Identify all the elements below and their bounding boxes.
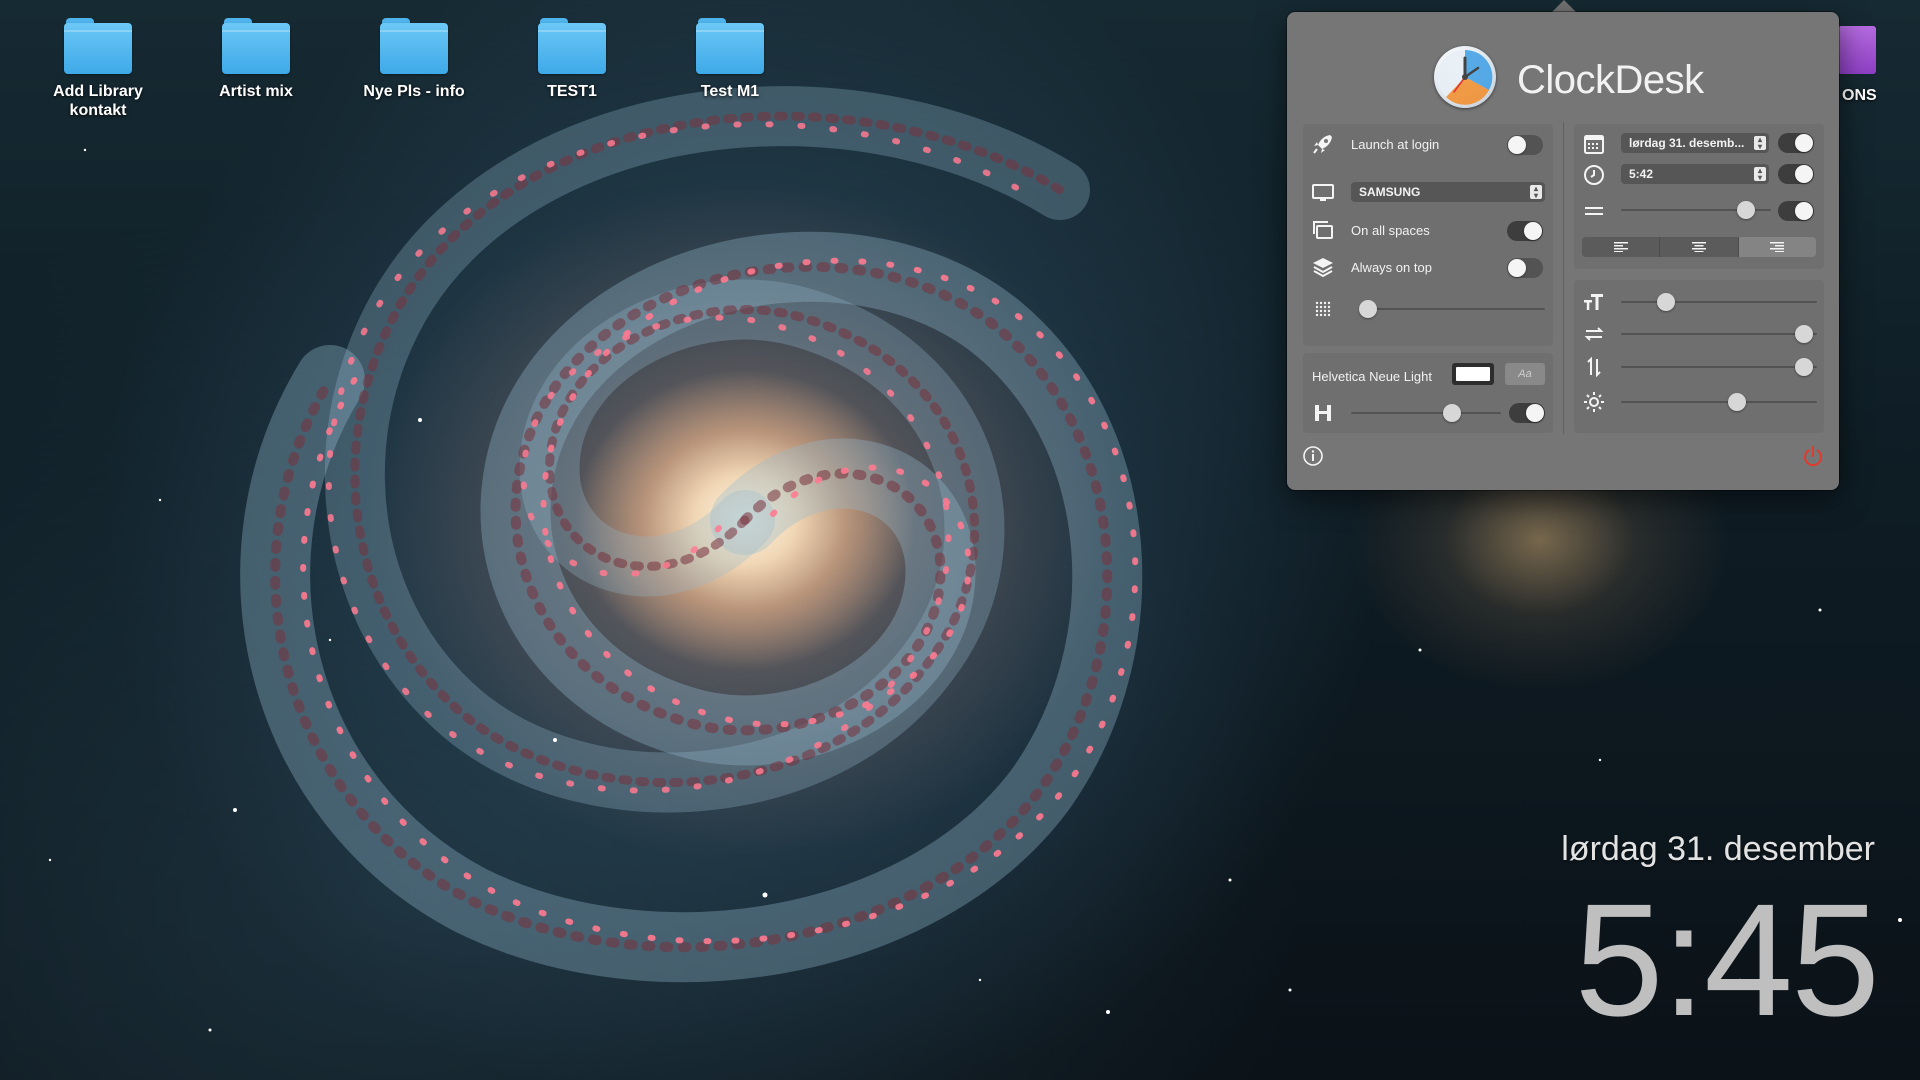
folder-icon: [222, 18, 290, 74]
horizontal-position-slider[interactable]: [1621, 325, 1817, 343]
align-right-icon: [1770, 242, 1785, 252]
clockdesk-logo-icon: [1434, 46, 1496, 108]
align-left-icon: [1613, 242, 1628, 252]
slider-thumb[interactable]: [1443, 404, 1462, 422]
horizontal-arrows-icon: [1582, 322, 1606, 346]
font-name-label: Helvetica Neue Light: [1312, 369, 1432, 384]
desktop-clock-date: lørdag 31. desember: [1561, 830, 1875, 868]
size-toggle[interactable]: [1509, 403, 1545, 423]
slider-thumb[interactable]: [1795, 358, 1814, 376]
slider-thumb[interactable]: [1727, 393, 1746, 411]
app-icon-partial[interactable]: [1838, 26, 1876, 74]
size-slider[interactable]: [1351, 404, 1501, 422]
slider-thumb[interactable]: [1795, 325, 1814, 343]
info-icon[interactable]: [1301, 444, 1325, 468]
always-on-top-label: Always on top: [1351, 260, 1432, 275]
text-size-icon: [1582, 290, 1606, 314]
popover-arrow: [1552, 0, 1576, 12]
layers-icon: [1311, 255, 1335, 279]
spacing-toggle[interactable]: [1778, 201, 1814, 221]
column-divider: [1563, 122, 1564, 434]
spacing-slider[interactable]: [1621, 201, 1771, 219]
rocket-icon: [1311, 132, 1335, 156]
desktop-folder-artist-mix[interactable]: Artist mix: [181, 18, 331, 101]
align-left-button[interactable]: [1582, 237, 1661, 257]
chevron-updown-icon: ▴ ▾: [1754, 167, 1766, 182]
line-spacing-icon: [1582, 199, 1606, 223]
folder-icon: [64, 18, 132, 74]
chevron-updown-icon: ▴ ▾: [1754, 136, 1766, 151]
align-center-icon: [1691, 242, 1706, 252]
opacity-slider[interactable]: [1359, 300, 1545, 318]
app-icon-partial-label: ONS: [1842, 87, 1877, 104]
slider-thumb[interactable]: [1656, 293, 1675, 311]
desktop-folder-nye-pls-info[interactable]: Nye Pls - info: [339, 18, 489, 101]
folder-label: Test M1: [700, 83, 760, 100]
app-title: ClockDesk: [1517, 58, 1704, 102]
display-select[interactable]: SAMSUNG ▴ ▾: [1351, 182, 1545, 202]
time-toggle[interactable]: [1778, 164, 1814, 184]
align-right-button[interactable]: [1738, 237, 1816, 257]
folder-icon: [538, 18, 606, 74]
opacity-grid-icon: [1311, 297, 1335, 321]
folder-icon: [696, 18, 764, 74]
vertical-position-slider[interactable]: [1621, 358, 1817, 376]
size-icon: [1311, 401, 1335, 425]
brightness-icon: [1582, 390, 1606, 414]
launch-at-login-toggle[interactable]: [1507, 135, 1543, 155]
on-all-spaces-toggle[interactable]: [1507, 221, 1543, 241]
power-icon[interactable]: [1801, 444, 1825, 468]
slider-thumb[interactable]: [1359, 300, 1377, 318]
folder-label: Artist mix: [219, 83, 293, 100]
vertical-arrows-icon: [1582, 355, 1606, 379]
clock-icon: [1582, 163, 1606, 187]
font-picker-button[interactable]: Aa: [1505, 363, 1545, 385]
folder-label: Nye Pls - info: [363, 83, 465, 100]
alignment-segmented-control[interactable]: [1582, 237, 1816, 257]
folder-label: TEST1: [547, 83, 597, 100]
align-center-button[interactable]: [1660, 237, 1739, 257]
calendar-icon: [1582, 132, 1606, 156]
font-color-well[interactable]: [1452, 363, 1494, 385]
desktop-folder-add-library-kontakt[interactable]: Add Library kontakt: [23, 18, 173, 120]
desktop-folder-test1[interactable]: TEST1: [497, 18, 647, 101]
folder-icon: [380, 18, 448, 74]
text-size-slider[interactable]: [1621, 293, 1817, 311]
time-format-select[interactable]: 5:42 ▴ ▾: [1621, 164, 1769, 184]
spaces-icon: [1311, 218, 1335, 242]
display-icon: [1311, 180, 1335, 204]
desktop-folder-test-m1[interactable]: Test M1: [655, 18, 805, 101]
date-toggle[interactable]: [1778, 133, 1814, 153]
on-all-spaces-label: On all spaces: [1351, 223, 1430, 238]
desktop-clock-time: 5:45: [1574, 870, 1880, 1049]
slider-thumb[interactable]: [1737, 201, 1756, 219]
folder-label: Add Library kontakt: [53, 83, 143, 119]
launch-at-login-label: Launch at login: [1351, 137, 1440, 152]
brightness-slider[interactable]: [1621, 393, 1817, 411]
always-on-top-toggle[interactable]: [1507, 258, 1543, 278]
date-format-select[interactable]: lørdag 31. desemb... ▴ ▾: [1621, 133, 1769, 153]
app-header: ClockDesk: [1287, 30, 1839, 108]
clockdesk-popover: ClockDesk Launch at login SAMSUNG ▴ ▾ On …: [1287, 12, 1839, 490]
chevron-updown-icon: ▴ ▾: [1530, 185, 1542, 200]
